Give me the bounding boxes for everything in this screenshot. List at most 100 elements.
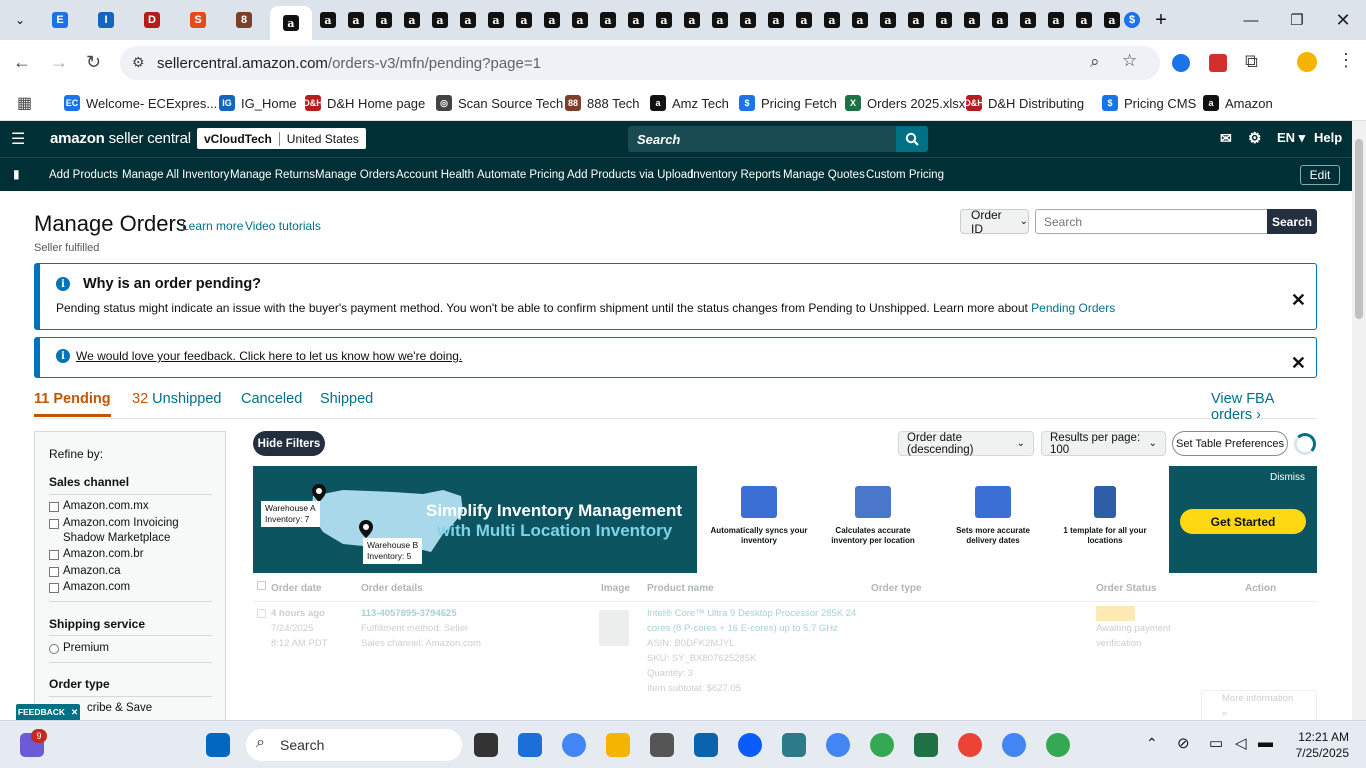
close-feedback-button[interactable]: ✕: [1291, 353, 1306, 374]
browser-tab[interactable]: 8: [232, 7, 256, 33]
windows-start-icon[interactable]: [206, 733, 230, 757]
browser-tab[interactable]: a: [484, 7, 508, 33]
nav-item[interactable]: Manage Quotes: [783, 169, 865, 181]
browser-tab[interactable]: a: [596, 7, 620, 33]
browser-tab[interactable]: a: [428, 7, 452, 33]
calculator-icon[interactable]: [650, 733, 674, 757]
browser-tab[interactable]: a: [1016, 7, 1040, 33]
excel-icon[interactable]: [914, 733, 938, 757]
nav-item[interactable]: Add Products via Upload: [567, 169, 694, 181]
system-clock[interactable]: 12:21 AM 7/25/2025: [1296, 729, 1349, 761]
order-search-button[interactable]: Search: [1267, 209, 1317, 234]
checkbox[interactable]: [49, 519, 59, 529]
tab-shipped[interactable]: Shipped: [320, 391, 373, 407]
bookmark-item[interactable]: 88 888 Tech: [565, 92, 640, 114]
browser-tab[interactable]: a: [1044, 7, 1068, 33]
tab-canceled[interactable]: Canceled: [241, 391, 302, 407]
outlook-icon[interactable]: [694, 733, 718, 757]
browser-tab[interactable]: a: [960, 7, 984, 33]
chrome-profile-icon[interactable]: [826, 733, 850, 757]
browser-tab[interactable]: a: [736, 7, 760, 33]
product-name-line2[interactable]: cores (8 P-cores + 16 E-cores) up to 5.7…: [647, 621, 838, 636]
browser-tab[interactable]: S: [186, 7, 210, 33]
video-tutorials-link[interactable]: Video tutorials: [245, 219, 321, 233]
account-switcher[interactable]: vCloudTech United States: [197, 128, 366, 149]
status-text-2[interactable]: verification: [1096, 636, 1141, 651]
results-per-page-select[interactable]: Results per page: 100 ⌄: [1041, 431, 1166, 456]
product-thumbnail[interactable]: [599, 610, 629, 646]
profile-avatar[interactable]: [1297, 52, 1317, 72]
browser-tab[interactable]: a: [820, 7, 844, 33]
display-icon[interactable]: ▭: [1209, 734, 1223, 752]
bookmark-item[interactable]: $ Pricing Fetch: [739, 92, 837, 114]
bookmark-item[interactable]: a Amazon: [1203, 92, 1273, 114]
more-information-button[interactable]: More information »: [1201, 690, 1317, 720]
filter-channel-mx[interactable]: Amazon.com.mx: [49, 499, 219, 514]
bookmark-star-icon[interactable]: ☆: [1122, 51, 1137, 71]
browser-tab[interactable]: a: [400, 7, 424, 33]
browser-tab[interactable]: a: [932, 7, 956, 33]
bookmark-item[interactable]: IG IG_Home: [219, 92, 297, 114]
filter-shipping-premium[interactable]: Premium: [49, 641, 219, 656]
page-scrollbar[interactable]: [1352, 121, 1366, 720]
feedback-link[interactable]: We would love your feedback. Click here …: [76, 349, 462, 363]
select-all-checkbox[interactable]: [257, 581, 266, 590]
file-explorer-icon[interactable]: [606, 733, 630, 757]
col-order-date[interactable]: Order date: [271, 583, 322, 594]
mail-icon[interactable]: ✉: [1220, 130, 1232, 147]
app-icon[interactable]: [782, 733, 806, 757]
checkbox[interactable]: [49, 502, 59, 512]
browser-tab[interactable]: a: [764, 7, 788, 33]
new-tab-button[interactable]: +: [1149, 7, 1173, 33]
network-icon[interactable]: ⊘: [1177, 734, 1190, 752]
zoom-icon[interactable]: [738, 733, 762, 757]
nav-item[interactable]: Custom Pricing: [866, 169, 944, 181]
get-started-button[interactable]: Get Started: [1180, 509, 1306, 534]
hamburger-menu-icon[interactable]: ☰: [11, 129, 25, 149]
scrollbar-thumb[interactable]: [1355, 139, 1363, 319]
apps-grid-icon[interactable]: ▦: [17, 93, 32, 113]
browser-tab[interactable]: a: [848, 7, 872, 33]
reload-icon[interactable]: ↻: [86, 52, 101, 73]
menu-kebab-icon[interactable]: ⋮: [1337, 50, 1355, 71]
chrome-profile-icon[interactable]: [870, 733, 894, 757]
extension-icon[interactable]: [1172, 54, 1190, 72]
browser-tab[interactable]: a: [316, 7, 340, 33]
close-icon[interactable]: ✕: [71, 707, 78, 718]
nav-item[interactable]: Account Health: [396, 169, 474, 181]
bookmark-item[interactable]: EC Welcome- ECExpres...: [64, 92, 217, 114]
browser-tab[interactable]: a: [988, 7, 1012, 33]
dismiss-promo-link[interactable]: Dismiss: [1270, 472, 1305, 483]
bookmark-item[interactable]: $ Pricing CMS: [1102, 92, 1196, 114]
filter-channel-com[interactable]: Amazon.com: [49, 580, 219, 595]
help-link[interactable]: Help: [1314, 130, 1342, 145]
forward-arrow-icon[interactable]: →: [50, 52, 68, 73]
checkbox[interactable]: [49, 550, 59, 560]
bookmark-item[interactable]: D&H D&H Distributing: [964, 92, 1084, 114]
browser-tab[interactable]: a: [344, 7, 368, 33]
tab-unshipped[interactable]: 32 Unshipped: [132, 391, 222, 407]
close-alert-button[interactable]: ✕: [1291, 290, 1306, 311]
browser-tab[interactable]: a: [372, 7, 396, 33]
url-text[interactable]: sellercentral.amazon.com/orders-v3/mfn/p…: [157, 55, 541, 72]
site-info-icon[interactable]: ⚙: [132, 54, 145, 71]
browser-tab[interactable]: D: [140, 7, 164, 33]
back-arrow-icon[interactable]: ←: [13, 52, 31, 73]
close-window-button[interactable]: ✕: [1328, 8, 1358, 32]
chrome-profile-icon[interactable]: [958, 733, 982, 757]
pdf-extension-icon[interactable]: [1209, 54, 1227, 72]
row-checkbox[interactable]: [257, 609, 266, 618]
product-name-line1[interactable]: Intel® Core™ Ultra 9 Desktop Processor 2…: [647, 606, 856, 621]
header-search-input[interactable]: Search: [637, 132, 680, 147]
bookmark-icon[interactable]: ▮: [13, 167, 20, 181]
filter-channel-br[interactable]: Amazon.com.br: [49, 547, 219, 562]
browser-tab[interactable]: a: [876, 7, 900, 33]
learn-more-link[interactable]: Learn more: [182, 219, 243, 233]
nav-item[interactable]: Automate Pricing: [477, 169, 565, 181]
language-selector[interactable]: EN ▾: [1277, 130, 1305, 146]
checkbox[interactable]: [49, 567, 59, 577]
chrome-profile-icon[interactable]: [1002, 733, 1026, 757]
browser-tab-active[interactable]: a: [270, 6, 312, 40]
browser-tab[interactable]: a: [568, 7, 592, 33]
filter-channel-ca[interactable]: Amazon.ca: [49, 564, 219, 579]
